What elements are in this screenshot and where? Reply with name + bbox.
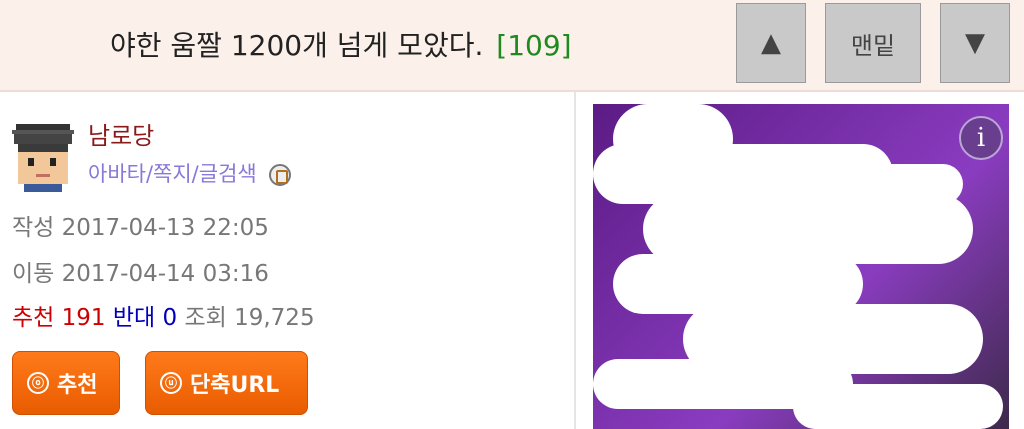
post-stats: 추천 191 반대 0 조회 19,725 — [12, 298, 315, 332]
recommend-count: 191 — [61, 305, 106, 331]
up-arrow-icon: ▲ — [761, 28, 781, 58]
moved-value: 2017-04-14 03:16 — [61, 261, 269, 287]
author-name[interactable]: 남로당 — [88, 116, 154, 151]
down-arrow-icon: ▼ — [965, 28, 985, 58]
avatar[interactable] — [12, 118, 74, 192]
views-label: 조회 — [184, 305, 227, 331]
author-links-text[interactable]: 아바타/쪽지/글검색 — [88, 162, 257, 186]
post-header: 야한 움짤 1200개 넘게 모았다. [109] ▲ 맨밑 ▼ — [0, 0, 1024, 92]
written-date: 작성 2017-04-13 22:05 — [12, 208, 269, 242]
badge-icon — [269, 164, 292, 186]
recommend-label: 추천 — [12, 305, 55, 331]
views-count: 19,725 — [234, 305, 315, 331]
moved-date: 이동 2017-04-14 03:16 — [12, 254, 269, 288]
info-icon[interactable]: i — [959, 116, 1003, 160]
post-title-text: 야한 움짤 1200개 넘게 모았다. — [110, 29, 484, 62]
column-divider — [574, 92, 576, 429]
recommend-button-label: 추천 — [57, 373, 98, 398]
short-url-button-label: 단축URL — [190, 373, 280, 398]
recommend-circle-icon: ⓞ — [27, 372, 49, 394]
short-url-button[interactable]: ⓤ 단축URL — [145, 351, 308, 415]
scroll-down-button[interactable]: ▼ — [940, 3, 1010, 83]
redaction-mark — [793, 384, 1003, 429]
ad-banner[interactable]: i — [593, 104, 1009, 429]
comment-count[interactable]: [109] — [496, 29, 571, 62]
post-title: 야한 움짤 1200개 넘게 모았다. [109] — [110, 24, 572, 64]
oppose-count: 0 — [162, 305, 178, 331]
redaction-mark — [853, 164, 963, 204]
author-links[interactable]: 아바타/쪽지/글검색 — [88, 158, 292, 188]
scroll-bottom-button[interactable]: 맨밑 — [825, 3, 921, 83]
oppose-label: 반대 — [112, 305, 156, 331]
written-label: 작성 — [12, 215, 55, 241]
recommend-button[interactable]: ⓞ 추천 — [12, 351, 120, 415]
written-value: 2017-04-13 22:05 — [61, 215, 269, 241]
url-circle-icon: ⓤ — [160, 372, 182, 394]
moved-label: 이동 — [12, 261, 55, 287]
scroll-up-button[interactable]: ▲ — [736, 3, 806, 83]
